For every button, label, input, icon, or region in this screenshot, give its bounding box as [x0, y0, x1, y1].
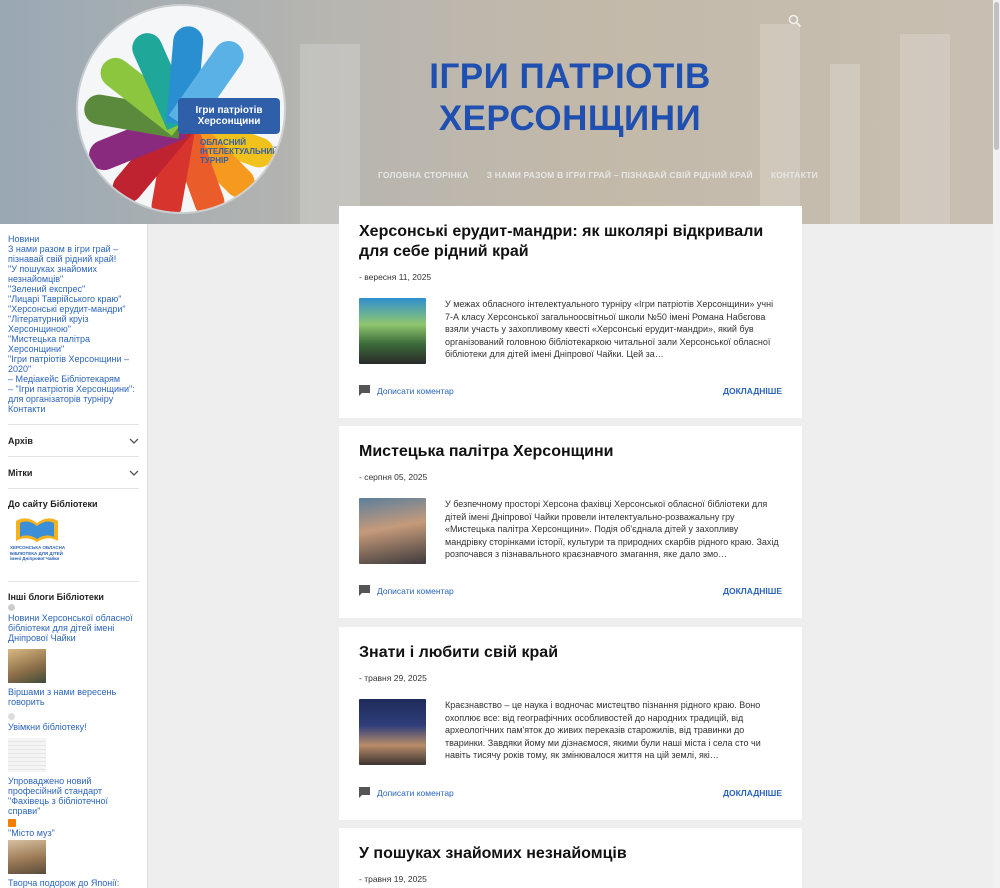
comment-link[interactable]: Дописати коментар [359, 585, 454, 596]
sidebar-link-erudite[interactable]: "Херсонські ерудит-мандри" [8, 304, 139, 314]
divider [8, 581, 139, 582]
post-card: Херсонські ерудит-мандри: як школярі від… [339, 206, 802, 418]
blog-link[interactable]: Творча подорож до Японії: знайомство із … [8, 878, 139, 888]
nav-contacts[interactable]: КОНТАКТИ [771, 170, 818, 180]
blog-link[interactable]: Увімкни бібліотеку! [8, 722, 139, 732]
site-title[interactable]: ІГРИ ПАТРІОТІВ ХЕРСОНЩИНИ [400, 56, 740, 140]
logo-band-text: Ігри патріотів Херсонщини [178, 98, 280, 134]
archive-label: Архів [8, 435, 33, 446]
sidebar-link-art-palette[interactable]: "Мистецька палітра Херсонщини" [8, 334, 139, 354]
post-title[interactable]: У пошуках знайомих незнайомців [359, 844, 782, 864]
blog-link[interactable]: Упроваджено новий професійний стандарт "… [8, 776, 139, 816]
post-card: Знати і любити свій край - травня 29, 20… [339, 627, 802, 820]
comment-link[interactable]: Дописати коментар [359, 787, 454, 798]
list-item: Новини Херсонської обласної бібліотеки д… [8, 604, 139, 643]
read-more-link[interactable]: Докладніше [723, 788, 782, 798]
sidebar-link-organizers[interactable]: – "Ігри патріотів Херсонщини": для орган… [8, 384, 139, 404]
post-snippet: У безпечному просторі Херсона фахівці Хе… [445, 499, 779, 560]
post-card: У пошуках знайомих незнайомців - травня … [339, 828, 802, 888]
comment-label: Дописати коментар [377, 385, 454, 396]
sidebar-link-knights[interactable]: "Лицарі Таврійського краю" [8, 294, 139, 304]
read-more-link[interactable]: Докладніше [723, 386, 782, 396]
list-item: Віршами з нами вересень говорить [8, 649, 139, 707]
post-title[interactable]: Херсонські ерудит-мандри: як школярі від… [359, 222, 782, 262]
nav-home[interactable]: ГОЛОВНА СТОРІНКА [378, 170, 469, 180]
comment-icon [359, 787, 370, 798]
post-card: Мистецька палітра Херсонщини - серпня 05… [339, 426, 802, 618]
sidebar-link-news[interactable]: Новини [8, 234, 139, 244]
blog-link[interactable]: "Місто муз" [8, 828, 139, 838]
page-scrollbar[interactable] [993, 0, 1000, 888]
archive-toggle[interactable]: Архів [8, 425, 139, 457]
sidebar-link-contacts[interactable]: Контакти [8, 404, 139, 414]
top-navigation: ГОЛОВНА СТОРІНКА З НАМИ РАЗОМ В ІГРИ ГРА… [378, 170, 818, 180]
post-date[interactable]: - вересня 11, 2025 [359, 272, 782, 282]
scrollbar-thumb[interactable] [994, 2, 999, 150]
comment-label: Дописати коментар [377, 787, 454, 798]
post-date[interactable]: - травня 29, 2025 [359, 673, 782, 683]
post-title[interactable]: Мистецька палітра Херсонщини [359, 442, 782, 462]
list-item: Упроваджено новий професійний стандарт "… [8, 738, 139, 816]
comment-icon [359, 585, 370, 596]
comment-label: Дописати коментар [377, 585, 454, 596]
list-item: Творча подорож до Японії: знайомство із … [8, 840, 139, 888]
blog-list: Новини Херсонської обласної бібліотеки д… [8, 604, 139, 888]
blogger-icon [8, 819, 16, 827]
sidebar-link-games-2020[interactable]: "Ігри патріотів Херсонщини – 2020" [8, 354, 139, 374]
post-thumbnail[interactable] [359, 498, 426, 564]
labels-label: Мітки [8, 467, 33, 478]
chevron-down-icon [129, 470, 139, 476]
post-snippet: У межах обласного інтелектуального турні… [445, 299, 774, 360]
list-item: "Місто муз" [8, 819, 139, 838]
list-item: Увімкни бібліотеку! [8, 713, 139, 732]
feed-icon [8, 604, 15, 611]
blog-link[interactable]: Віршами з нами вересень говорить [8, 687, 139, 707]
sidebar-link-play[interactable]: З нами разом в ігри грай – пізнавай свій… [8, 244, 139, 264]
sidebar-link-green-express[interactable]: "Зелений експрес" [8, 284, 139, 294]
chevron-down-icon [129, 438, 139, 444]
blog-thumbnail[interactable] [8, 840, 46, 874]
pages-list: Новини З нами разом в ігри грай – пізнав… [8, 234, 139, 414]
post-thumbnail[interactable] [359, 699, 426, 765]
blog-logo[interactable]: Ігри патріотів Херсонщини ОБЛАСНИЙ ІНТЕЛ… [78, 6, 284, 212]
post-thumbnail[interactable] [359, 298, 426, 364]
labels-toggle[interactable]: Мітки [8, 457, 139, 489]
post-snippet: Краєзнавство – це наука і водночас мисте… [445, 700, 761, 761]
search-icon[interactable] [788, 14, 802, 28]
post-date[interactable]: - серпня 05, 2025 [359, 472, 782, 482]
sidebar: Новини З нами разом в ігри грай – пізнав… [0, 224, 148, 888]
sidebar-link-strangers[interactable]: "У пошуках знайомих незнайомців" [8, 264, 139, 284]
feed-icon [8, 713, 15, 720]
sidebar-link-mediacase[interactable]: – Медіакейс Бібліотекарям [8, 374, 139, 384]
nav-play-with-us[interactable]: З НАМИ РАЗОМ В ІГРИ ГРАЙ – ПІЗНАВАЙ СВІЙ… [487, 170, 753, 180]
library-logo[interactable]: ХЕРСОНСЬКА ОБЛАСНА БІБЛІОТЕКА ДЛЯ ДІТЕЙ … [10, 515, 70, 571]
blog-thumbnail[interactable] [8, 649, 46, 683]
open-book-icon [16, 518, 58, 542]
library-widget-title: До сайту Бібліотеки [8, 499, 98, 509]
sidebar-link-literary-cruise[interactable]: "Літературний круіз Херсонщиною" [8, 314, 139, 334]
comment-icon [359, 385, 370, 396]
logo-sub-text: ОБЛАСНИЙ ІНТЕЛЕКТУАЛЬНИЙ ТУРНІР [200, 138, 279, 166]
library-logo-text: ХЕРСОНСЬКА ОБЛАСНА БІБЛІОТЕКА ДЛЯ ДІТЕЙ … [10, 545, 66, 561]
post-title[interactable]: Знати і любити свій край [359, 643, 782, 663]
blog-header: Ігри патріотів Херсонщини ОБЛАСНИЙ ІНТЕЛ… [0, 0, 993, 224]
blog-link[interactable]: Новини Херсонської обласної бібліотеки д… [8, 613, 139, 643]
post-date[interactable]: - травня 19, 2025 [359, 874, 782, 884]
comment-link[interactable]: Дописати коментар [359, 385, 454, 396]
blog-thumbnail[interactable] [8, 738, 46, 772]
read-more-link[interactable]: Докладніше [723, 586, 782, 596]
blogs-widget-title: Інші блоги Бібліотеки [8, 592, 104, 602]
